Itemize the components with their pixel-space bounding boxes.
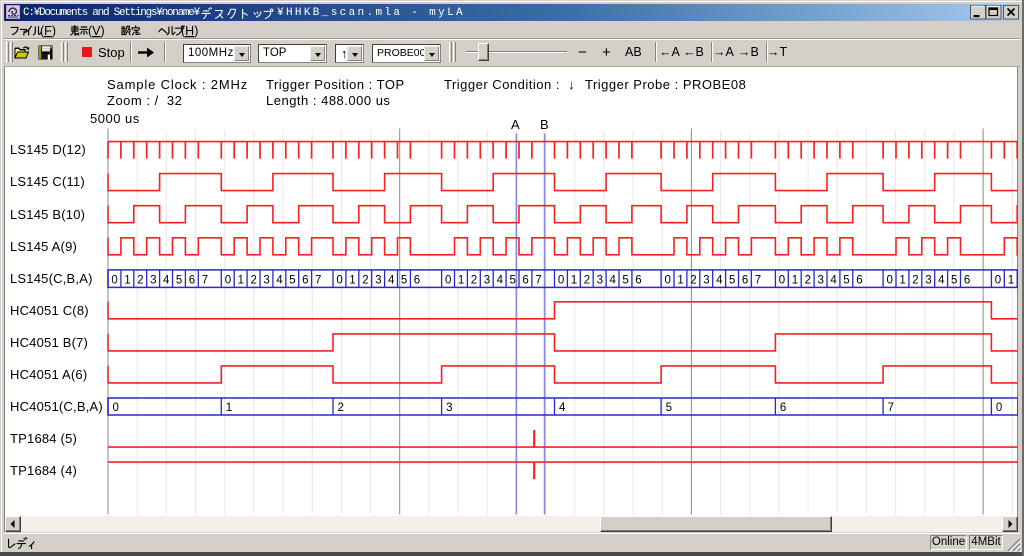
svg-text:0: 0 (995, 275, 1001, 287)
svg-text:4: 4 (388, 275, 395, 287)
svg-text:5: 5 (176, 275, 182, 287)
svg-text:5: 5 (729, 275, 735, 287)
svg-text:6: 6 (414, 275, 420, 287)
svg-text:3: 3 (817, 275, 823, 287)
svg-text:2: 2 (690, 275, 696, 287)
svg-text:2: 2 (912, 275, 918, 287)
svg-text:0: 0 (111, 275, 117, 287)
svg-text:7: 7 (888, 402, 894, 414)
svg-text:1: 1 (458, 275, 464, 287)
svg-text:2: 2 (362, 275, 368, 287)
svg-text:5: 5 (401, 275, 407, 287)
svg-text:1: 1 (124, 275, 130, 287)
svg-text:6: 6 (742, 275, 748, 287)
svg-text:4: 4 (609, 275, 616, 287)
svg-text:3: 3 (375, 275, 381, 287)
svg-text:6: 6 (780, 402, 786, 414)
svg-text:5: 5 (622, 275, 628, 287)
svg-text:1: 1 (238, 275, 244, 287)
svg-text:2: 2 (137, 275, 143, 287)
svg-text:3: 3 (446, 402, 452, 414)
svg-text:1: 1 (899, 275, 905, 287)
svg-text:2: 2 (584, 275, 590, 287)
svg-text:(V): (V) (88, 24, 105, 38)
svg-text:7: 7 (755, 275, 761, 287)
svg-text:0: 0 (336, 275, 342, 287)
svg-text:4: 4 (163, 275, 170, 287)
svg-text:2: 2 (471, 275, 477, 287)
svg-text:6: 6 (856, 275, 862, 287)
svg-text:6: 6 (522, 275, 528, 287)
svg-text:0: 0 (445, 275, 451, 287)
svg-text:1: 1 (571, 275, 577, 287)
svg-text:5: 5 (666, 402, 672, 414)
svg-text:0: 0 (886, 275, 892, 287)
svg-text:6: 6 (635, 275, 641, 287)
svg-text:4: 4 (276, 275, 283, 287)
svg-text:(H): (H) (181, 24, 198, 38)
svg-text:6: 6 (964, 275, 970, 287)
svg-text:1: 1 (792, 275, 798, 287)
svg-text:3: 3 (484, 275, 490, 287)
svg-text:2: 2 (805, 275, 811, 287)
svg-text:5: 5 (289, 275, 295, 287)
svg-text:3: 3 (703, 275, 709, 287)
svg-text:2: 2 (250, 275, 256, 287)
svg-text:0: 0 (225, 275, 231, 287)
svg-text:3: 3 (597, 275, 603, 287)
svg-text:7: 7 (202, 275, 208, 287)
svg-text:0: 0 (996, 402, 1002, 414)
svg-text:7: 7 (535, 275, 541, 287)
svg-text:3: 3 (925, 275, 931, 287)
svg-text:1: 1 (349, 275, 355, 287)
svg-text:5: 5 (843, 275, 849, 287)
svg-text:3: 3 (263, 275, 269, 287)
svg-text:5: 5 (509, 275, 515, 287)
svg-text:4: 4 (938, 275, 945, 287)
svg-text:6: 6 (302, 275, 308, 287)
svg-text:3: 3 (150, 275, 156, 287)
svg-text:1: 1 (1008, 275, 1014, 287)
svg-text:1: 1 (677, 275, 683, 287)
svg-text:0: 0 (779, 275, 785, 287)
svg-text:4: 4 (830, 275, 837, 287)
svg-text:2: 2 (338, 402, 344, 414)
svg-text:4: 4 (497, 275, 504, 287)
svg-text:0: 0 (664, 275, 670, 287)
svg-text:4: 4 (716, 275, 723, 287)
svg-text:1: 1 (226, 402, 232, 414)
svg-text:5: 5 (951, 275, 957, 287)
svg-text:(F): (F) (40, 24, 56, 38)
svg-text:7: 7 (315, 275, 321, 287)
svg-text:6: 6 (189, 275, 195, 287)
svg-text:0: 0 (558, 275, 564, 287)
svg-text:4: 4 (559, 402, 566, 414)
svg-text:0: 0 (113, 402, 119, 414)
